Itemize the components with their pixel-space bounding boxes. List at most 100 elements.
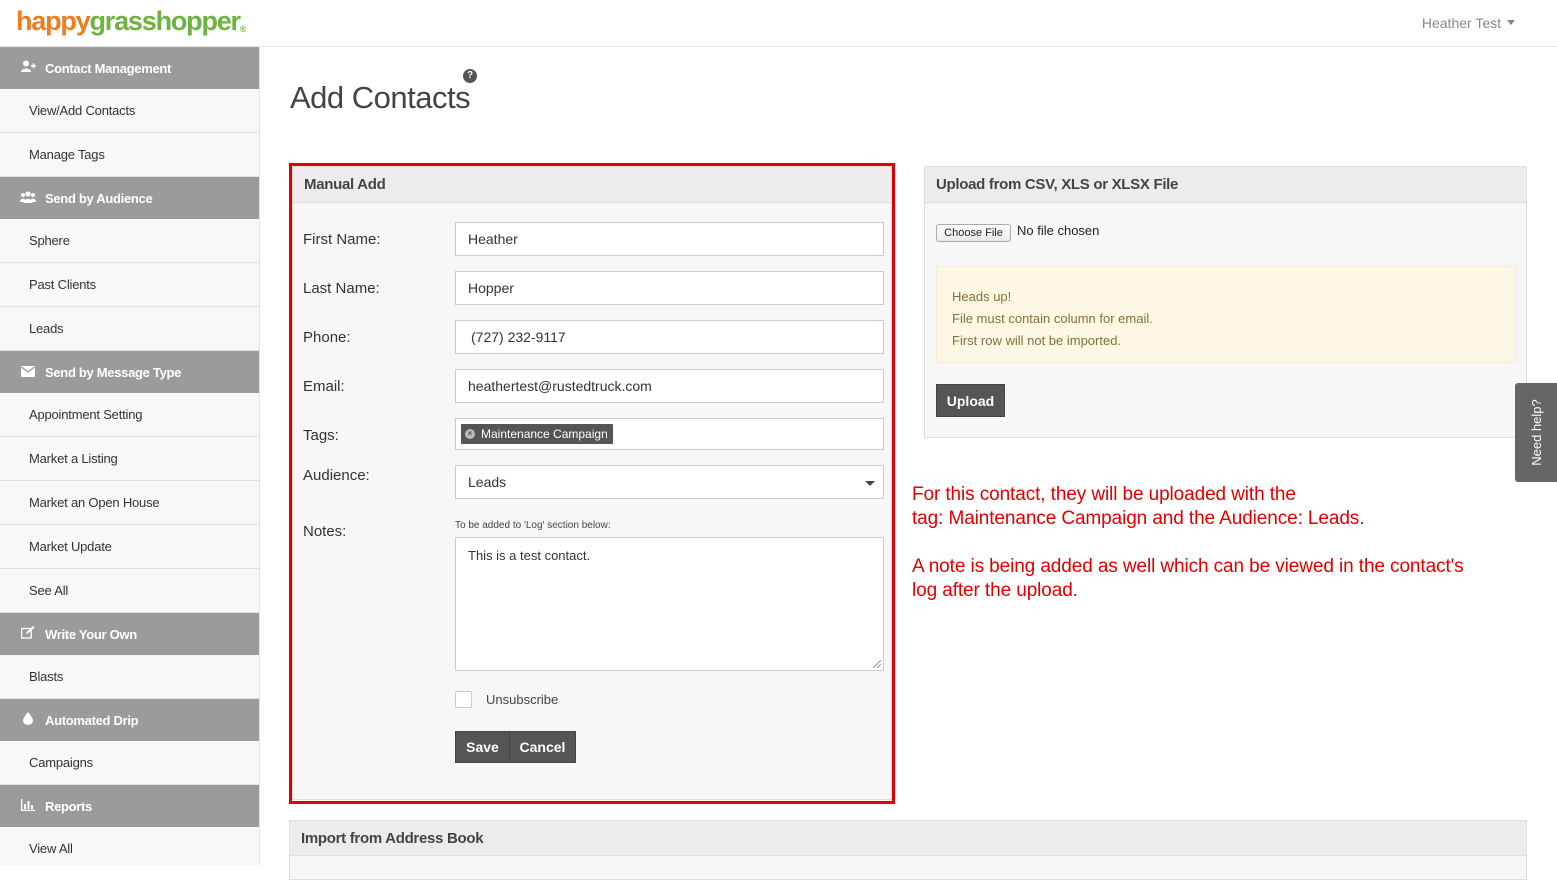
sidebar-item-label: Market Update: [29, 539, 112, 554]
tags-input[interactable]: × Maintenance Campaign: [455, 418, 884, 450]
annotation-line: For this contact, they will be uploaded …: [912, 484, 1296, 505]
choose-file-button[interactable]: Choose File: [936, 224, 1011, 242]
cancel-button[interactable]: Cancel: [509, 731, 576, 763]
heads-up-alert: Heads up! File must contain column for e…: [936, 266, 1516, 363]
sidebar-section-contact-management[interactable]: Contact Management: [0, 47, 259, 89]
annotation-paragraph-2: A note is being added as well which can …: [912, 555, 1532, 603]
chevron-down-icon: [865, 481, 875, 486]
sidebar-item-label: View All: [29, 841, 73, 856]
sidebar-item-label: Blasts: [29, 669, 64, 684]
alert-line-first-row: First row will not be imported.: [952, 333, 1122, 348]
sidebar-item-label: Past Clients: [29, 277, 96, 292]
sidebar-item-manage-tags[interactable]: Manage Tags: [0, 133, 259, 177]
logo-registered-mark: ®: [239, 24, 247, 34]
annotation-line: log after the upload.: [912, 580, 1078, 601]
sidebar-section-label: Send by Message Type: [45, 364, 182, 380]
import-title: Import from Address Book: [290, 821, 1526, 856]
sidebar-item-past-clients[interactable]: Past Clients: [0, 263, 259, 307]
audience-label: Audience:: [303, 467, 370, 484]
save-button[interactable]: Save: [455, 731, 510, 763]
sidebar-section-label: Reports: [45, 798, 93, 814]
manual-add-panel: Manual Add First Name: Heather Last Name…: [292, 166, 892, 800]
sidebar-item-market-update[interactable]: Market Update: [0, 525, 259, 569]
tag-chip-label: Maintenance Campaign: [481, 427, 608, 441]
sidebar-item-view-add-contacts[interactable]: View/Add Contacts: [0, 89, 259, 133]
sidebar-item-label: Campaigns: [29, 755, 93, 770]
sidebar-item-appointment-setting[interactable]: Appointment Setting: [0, 393, 259, 437]
resize-handle-icon[interactable]: [873, 660, 881, 668]
alert-line-email: File must contain column for email.: [952, 311, 1153, 326]
import-address-book-panel: Import from Address Book: [289, 820, 1527, 880]
sidebar-section-label: Write Your Own: [45, 626, 137, 642]
sidebar-item-label: Manage Tags: [29, 147, 105, 162]
sidebar-item-label: See All: [29, 583, 69, 598]
sidebar-item-label: Appointment Setting: [29, 407, 143, 422]
manual-add-title: Manual Add: [293, 167, 891, 203]
logo-happy-text: happy: [16, 6, 91, 36]
alert-title: Heads up!: [952, 289, 1012, 304]
brand-logo[interactable]: happygrasshopper®: [16, 6, 247, 37]
sidebar-item-view-all[interactable]: View All: [0, 827, 259, 865]
annotation-line: A note is being added as well which can …: [912, 556, 1464, 577]
unsubscribe-checkbox[interactable]: [455, 691, 472, 708]
last-name-field[interactable]: Hopper: [455, 271, 884, 305]
sidebar-item-label: Market a Listing: [29, 451, 118, 466]
remove-tag-icon[interactable]: ×: [465, 429, 475, 439]
sidebar-section-send-by-audience[interactable]: Send by Audience: [0, 177, 259, 219]
phone-value: (727) 232-9117: [471, 329, 566, 345]
drop-icon: [19, 712, 37, 728]
first-name-label: First Name:: [303, 231, 381, 248]
sidebar-section-label: Send by Audience: [45, 190, 153, 206]
sidebar-item-label: View/Add Contacts: [29, 103, 136, 118]
notes-textarea[interactable]: This is a test contact.: [455, 537, 884, 671]
edit-icon: [19, 626, 37, 642]
audience-select[interactable]: Leads: [455, 465, 884, 499]
annotation-paragraph-1: For this contact, they will be uploaded …: [912, 483, 1532, 531]
tag-chip: × Maintenance Campaign: [461, 424, 613, 444]
need-help-tab[interactable]: Need help?: [1515, 383, 1557, 482]
upload-panel: Upload from CSV, XLS or XLSX File Choose…: [924, 166, 1527, 438]
envelope-icon: [19, 365, 37, 380]
annotation-note: For this contact, they will be uploaded …: [912, 483, 1532, 603]
sidebar-item-see-all[interactable]: See All: [0, 569, 259, 613]
annotation-line: tag: Maintenance Campaign and the Audien…: [912, 508, 1365, 529]
email-field[interactable]: heathertest@rustedtruck.com: [455, 369, 884, 403]
upload-button[interactable]: Upload: [936, 384, 1005, 417]
last-name-label: Last Name:: [303, 280, 380, 297]
first-name-value: Heather: [468, 231, 518, 247]
notes-label: Notes:: [303, 523, 347, 540]
user-menu[interactable]: Heather Test: [1422, 15, 1515, 31]
sidebar-item-leads[interactable]: Leads: [0, 307, 259, 351]
help-icon[interactable]: ?: [463, 69, 477, 83]
sidebar-item-sphere[interactable]: Sphere: [0, 219, 259, 263]
sidebar-item-market-an-open-house[interactable]: Market an Open House: [0, 481, 259, 525]
upload-title: Upload from CSV, XLS or XLSX File: [925, 167, 1526, 203]
phone-label: Phone:: [303, 329, 351, 346]
top-bar: happygrasshopper® Heather Test: [0, 0, 1557, 47]
unsubscribe-label: Unsubscribe: [486, 692, 559, 707]
need-help-label: Need help?: [1528, 399, 1544, 466]
notes-hint: To be added to 'Log' section below:: [455, 520, 611, 531]
user-name: Heather Test: [1421, 15, 1501, 31]
sidebar-item-label: Sphere: [29, 233, 70, 248]
no-file-text: No file chosen: [1017, 223, 1100, 238]
phone-field[interactable]: (727) 232-9117: [455, 320, 884, 354]
sidebar-section-write-your-own[interactable]: Write Your Own: [0, 613, 259, 655]
sidebar-section-send-by-message-type[interactable]: Send by Message Type: [0, 351, 259, 393]
email-value: heathertest@rustedtruck.com: [468, 378, 652, 394]
email-label: Email:: [303, 378, 345, 395]
users-icon: [19, 190, 37, 206]
sidebar-item-label: Leads: [29, 321, 64, 336]
sidebar-item-campaigns[interactable]: Campaigns: [0, 741, 259, 785]
notes-value: This is a test contact.: [468, 548, 591, 563]
tags-label: Tags:: [303, 427, 339, 444]
bar-chart-icon: [19, 798, 37, 814]
sidebar-item-blasts[interactable]: Blasts: [0, 655, 259, 699]
sidebar-section-reports[interactable]: Reports: [0, 785, 259, 827]
first-name-field[interactable]: Heather: [455, 222, 884, 256]
sidebar-section-label: Automated Drip: [45, 712, 139, 728]
sidebar-section-automated-drip[interactable]: Automated Drip: [0, 699, 259, 741]
sidebar-item-market-a-listing[interactable]: Market a Listing: [0, 437, 259, 481]
chevron-down-icon: [1507, 20, 1515, 25]
page-title: Add Contacts: [290, 80, 471, 115]
